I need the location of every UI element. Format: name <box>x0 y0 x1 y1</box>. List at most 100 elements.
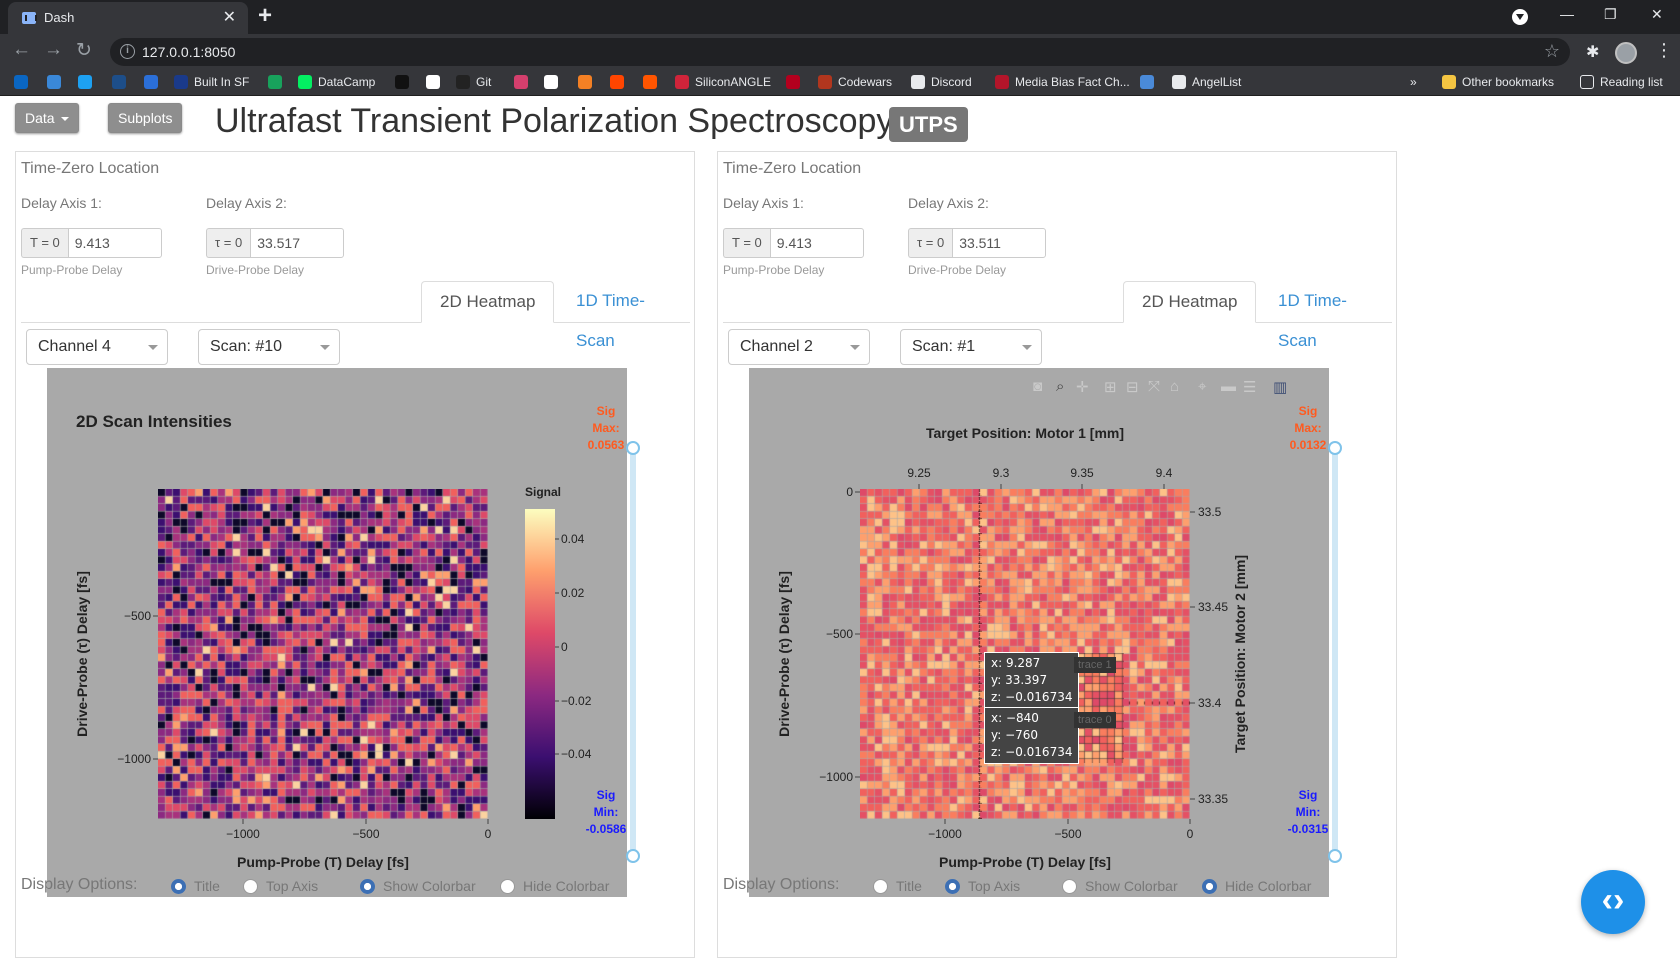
close-tab-icon[interactable]: ✕ <box>223 7 236 27</box>
bookmark-item[interactable] <box>610 75 630 89</box>
bookmark-item[interactable] <box>1140 75 1160 89</box>
profile-avatar[interactable] <box>1615 42 1637 64</box>
sig-max-readout: Sig Max: 0.0132 <box>1283 403 1333 454</box>
new-tab-icon[interactable]: + <box>258 2 272 30</box>
radio-option[interactable]: Show Colorbar <box>1062 878 1178 894</box>
radio-button[interactable] <box>360 879 375 894</box>
tab-1d-time-scan[interactable]: 1D Time-Scan <box>1260 281 1392 350</box>
plot-tabs: 2D Heatmap 1D Time-Scan <box>723 281 1392 350</box>
heatmap-cells[interactable] <box>158 489 488 819</box>
bookmark-item[interactable] <box>578 75 598 89</box>
hover-compare-icon[interactable]: ☰ <box>1243 378 1256 396</box>
range-slider-min-handle[interactable] <box>626 849 640 863</box>
bookmark-item[interactable] <box>426 75 446 89</box>
back-icon[interactable]: ← <box>12 39 31 61</box>
t0-input[interactable]: 9.413 <box>67 228 162 258</box>
bookmark-favicon-icon <box>786 75 800 89</box>
bookmark-item[interactable] <box>47 75 67 89</box>
radio-option[interactable]: Show Colorbar <box>360 878 476 894</box>
heatmap-figure[interactable]: −1000 −500 0 Pump-Probe (T) Delay [fs] Drive… <box>47 368 627 897</box>
bookmark-item[interactable] <box>78 75 98 89</box>
bookmark-item[interactable]: Built In SF <box>174 75 249 89</box>
scan-select[interactable]: Scan: #10 <box>198 329 340 365</box>
channel-select[interactable]: Channel 4 <box>26 329 168 365</box>
range-slider-track[interactable] <box>630 448 636 856</box>
tab-2d-heatmap[interactable]: 2D Heatmap <box>1123 281 1257 323</box>
subplots-button[interactable]: Subplots <box>108 103 183 133</box>
radio-button[interactable] <box>243 879 258 894</box>
range-slider-max-handle[interactable] <box>626 441 640 455</box>
bookmark-star-icon[interactable]: ☆ <box>1544 41 1560 62</box>
bookmark-item[interactable]: Codewars <box>818 75 892 89</box>
scan-select[interactable]: Scan: #1 <box>900 329 1042 365</box>
radio-button[interactable] <box>945 879 960 894</box>
bookmark-item[interactable]: AngelList <box>1172 75 1241 89</box>
bookmark-item[interactable] <box>112 75 132 89</box>
code-toggle-button[interactable]: ‹› <box>1581 870 1645 934</box>
zoom-in-icon[interactable]: ⊞ <box>1104 378 1117 396</box>
channel-select[interactable]: Channel 2 <box>728 329 870 365</box>
address-bar[interactable]: i 127.0.0.1:8050 ☆ <box>110 38 1570 66</box>
maximize-icon[interactable]: ❐ <box>1604 6 1617 23</box>
radio-button[interactable] <box>1202 879 1217 894</box>
y-tick-label: 0 <box>846 485 853 499</box>
bookmark-item[interactable] <box>14 75 34 89</box>
radio-option[interactable]: Title <box>873 878 922 894</box>
hover-closest-icon[interactable]: ▬ <box>1221 378 1236 395</box>
radio-button[interactable] <box>873 879 888 894</box>
range-slider-track[interactable] <box>1332 448 1338 856</box>
bookmark-item[interactable]: SiliconANGLE <box>675 75 771 89</box>
bookmarks-overflow-icon[interactable]: » <box>1410 75 1417 89</box>
bookmark-item[interactable] <box>643 75 663 89</box>
radio-option[interactable]: Title <box>171 878 220 894</box>
range-slider-max-handle[interactable] <box>1328 441 1342 455</box>
minimize-icon[interactable]: — <box>1560 6 1574 22</box>
radio-option[interactable]: Hide Colorbar <box>500 878 609 894</box>
plotly-logo-icon[interactable]: ▥ <box>1273 378 1287 396</box>
bookmark-item[interactable] <box>544 75 564 89</box>
forward-icon[interactable]: → <box>44 39 63 61</box>
radio-option[interactable]: Top Axis <box>243 878 318 894</box>
pan-icon[interactable]: ✛ <box>1076 378 1089 396</box>
bookmark-item[interactable] <box>514 75 534 89</box>
autoscale-icon[interactable]: ⤧ <box>1148 378 1160 395</box>
spike-lines-icon[interactable]: ⌖ <box>1198 378 1206 395</box>
tau0-input[interactable]: 33.517 <box>250 228 345 258</box>
tab-1d-time-scan[interactable]: 1D Time-Scan <box>558 281 690 350</box>
reading-list[interactable]: Reading list <box>1580 75 1663 89</box>
profile-menu-icon[interactable] <box>1512 9 1528 25</box>
camera-icon[interactable]: ◙ <box>1033 378 1042 395</box>
sig-min-label-1: Sig <box>1298 788 1318 802</box>
reset-axes-icon[interactable]: ⌂ <box>1170 378 1179 395</box>
bookmark-item[interactable]: Discord <box>911 75 972 89</box>
reload-icon[interactable]: ↻ <box>76 39 92 62</box>
radio-option[interactable]: Top Axis <box>945 878 1020 894</box>
heatmap-figure[interactable]: −1000 −500 0 Pump-Probe (T) Delay [fs] Drive… <box>749 368 1329 897</box>
zoom-icon[interactable]: ⌕ <box>1056 378 1064 395</box>
tau0-input[interactable]: 33.511 <box>952 228 1047 258</box>
data-dropdown-button[interactable]: Data <box>15 103 79 133</box>
radio-button[interactable] <box>500 879 515 894</box>
bookmark-item[interactable]: DataCamp <box>298 75 375 89</box>
tab-2d-heatmap[interactable]: 2D Heatmap <box>421 281 555 323</box>
bookmark-item[interactable] <box>786 75 806 89</box>
browser-tab[interactable]: Dash ✕ <box>8 2 248 34</box>
radio-button[interactable] <box>171 879 186 894</box>
bookmark-item[interactable]: Git <box>456 75 491 89</box>
browser-menu-icon[interactable]: ⋮ <box>1655 40 1673 61</box>
t0-input[interactable]: 9.413 <box>769 228 864 258</box>
site-info-icon[interactable]: i <box>120 44 135 59</box>
radio-label: Top Axis <box>968 878 1021 894</box>
colorbar-title: Signal <box>525 485 561 499</box>
bookmark-item[interactable] <box>268 75 288 89</box>
bookmark-item[interactable] <box>395 75 415 89</box>
bookmark-item[interactable] <box>144 75 164 89</box>
radio-option[interactable]: Hide Colorbar <box>1202 878 1311 894</box>
close-window-icon[interactable]: ✕ <box>1651 6 1663 23</box>
radio-button[interactable] <box>1062 879 1077 894</box>
zoom-out-icon[interactable]: ⊟ <box>1126 378 1139 396</box>
other-bookmarks[interactable]: Other bookmarks <box>1442 75 1554 89</box>
extensions-icon[interactable]: ✱ <box>1586 42 1599 62</box>
range-slider-min-handle[interactable] <box>1328 849 1342 863</box>
bookmark-item[interactable]: Media Bias Fact Ch... <box>995 75 1130 89</box>
